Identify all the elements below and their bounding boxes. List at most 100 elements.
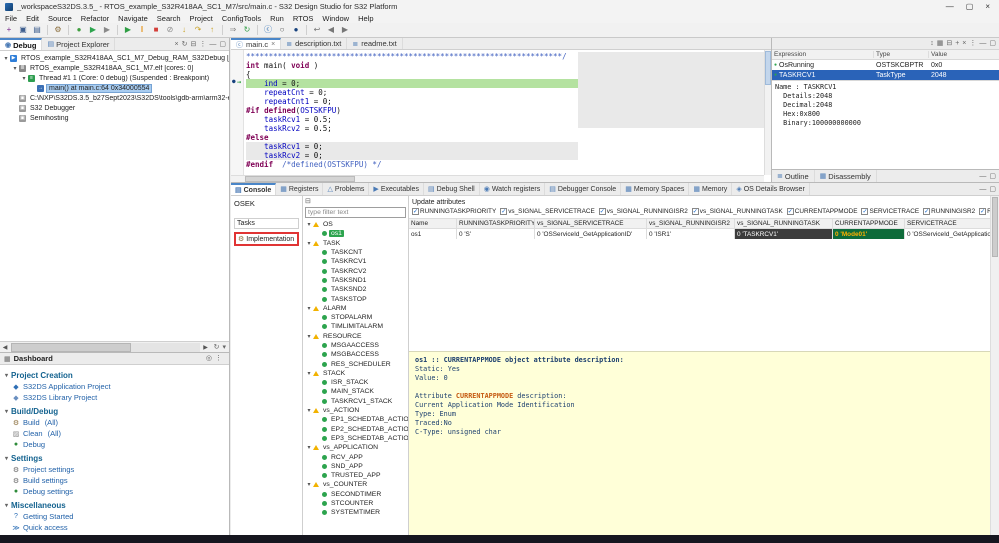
osek-item-tasks[interactable]: Tasks: [234, 218, 299, 229]
column-header-vs-signal-runningtask[interactable]: vs_SIGNAL_RUNNINGTASK: [735, 219, 833, 228]
code-line[interactable]: taskRcv2 = 0.5;: [246, 124, 763, 133]
build-all-icon[interactable]: ⚙: [52, 24, 64, 36]
debug-icon[interactable]: ●: [73, 24, 85, 36]
column-header-name[interactable]: Name: [409, 219, 457, 228]
debug-tree-item[interactable]: ▣ S32 Debugger: [0, 103, 229, 113]
expand-arrow-icon[interactable]: ▾: [11, 65, 19, 72]
collapse-all-icon[interactable]: ⊟: [305, 196, 311, 207]
sort-icon[interactable]: ↕: [930, 38, 934, 49]
code-line[interactable]: taskRcv1 = 0.5;: [246, 115, 763, 124]
minimize-icon[interactable]: —: [979, 171, 986, 182]
menu-project[interactable]: Project: [190, 14, 213, 23]
menu-navigate[interactable]: Navigate: [118, 14, 148, 23]
menu-configtools[interactable]: ConfigTools: [222, 14, 261, 23]
os-tree-item[interactable]: SECONDTIMER: [303, 490, 408, 499]
os-tree-item[interactable]: TRUSTED_APP: [303, 471, 408, 480]
debug-tree-item[interactable]: ▾ ≣ RTOS_example_S32R418AA_SC1_M7.elf [cor…: [0, 63, 229, 73]
maximize-icon[interactable]: ▢: [219, 39, 226, 50]
forward-icon[interactable]: ▶: [339, 24, 351, 36]
resume-icon[interactable]: ▶: [122, 24, 134, 36]
expression-row[interactable]: ● TASKRCV1 TaskType 2048: [772, 70, 999, 80]
last-edit-location-icon[interactable]: ↩: [311, 24, 323, 36]
menu-source[interactable]: Source: [48, 14, 72, 23]
view-menu-icon[interactable]: ⋮: [199, 39, 206, 50]
checkbox-runningisr2[interactable]: ✓ RUNNINGISR2: [923, 208, 975, 215]
expand-arrow-icon[interactable]: ▾: [305, 240, 313, 247]
expand-arrow-icon[interactable]: ▾: [305, 221, 313, 228]
menu-edit[interactable]: Edit: [26, 14, 39, 23]
debug-tree-item[interactable]: ▾ ▶ RTOS_example_S32R418AA_SC1_M7_Debug_RA…: [0, 53, 229, 63]
dashboard-link-s32ds-library-project[interactable]: ◆ S32DS Library Project: [5, 392, 224, 403]
restart-icon[interactable]: ↻: [241, 24, 253, 36]
os-tree-item[interactable]: ▾ ALARM: [303, 304, 408, 313]
dashboard-link-debug-settings[interactable]: ● Debug settings: [5, 486, 224, 497]
code-line[interactable]: #if defined(OSTSKFPU): [246, 106, 763, 115]
editor-vscrollbar[interactable]: [764, 50, 771, 175]
dashboard-link-s32ds-application-project[interactable]: ◆ S32DS Application Project: [5, 381, 224, 392]
column-header-expression[interactable]: Expression: [772, 51, 874, 58]
minimize-icon[interactable]: —: [979, 184, 986, 195]
dashboard-link-clean[interactable]: ▨ Clean (All): [5, 428, 224, 439]
tab-project-explorer[interactable]: ▤ Project Explorer: [42, 38, 116, 50]
pin-icon[interactable]: ◎: [206, 353, 212, 364]
show-columns-icon[interactable]: ▦: [937, 38, 944, 49]
tab-registers[interactable]: ▦ Registers: [276, 183, 324, 195]
code-line[interactable]: #else: [246, 133, 763, 142]
os-tree-item[interactable]: MSGAACCESS: [303, 341, 408, 350]
save-icon[interactable]: ▣: [17, 24, 29, 36]
add-expression-icon[interactable]: +: [955, 38, 959, 49]
disconnect-icon[interactable]: ⊘: [164, 24, 176, 36]
os-tree-item[interactable]: TASKRCV2: [303, 266, 408, 275]
remove-terminated-icon[interactable]: ×: [175, 39, 179, 50]
step-over-icon[interactable]: ↷: [192, 24, 204, 36]
breakpoint-icon[interactable]: ●: [232, 78, 236, 85]
os-tree-item[interactable]: ▾ vs_APPLICATION: [303, 443, 408, 452]
table-cell[interactable]: 0 'Mode01': [833, 229, 905, 239]
close-tab-icon[interactable]: ×: [271, 41, 275, 48]
step-return-icon[interactable]: ↑: [206, 24, 218, 36]
checkbox-vs-signal-runningisr2[interactable]: ✓ vs_SIGNAL_RUNNINGISR2: [598, 208, 688, 215]
scroll-track[interactable]: [11, 342, 200, 352]
table-cell[interactable]: 0 'OSServiceId_GetApplicationID': [905, 229, 999, 239]
checkbox-runningtaskpriority[interactable]: ✓ RUNNINGTASKPRIORITY: [412, 208, 496, 215]
code-line[interactable]: taskRcv1 = 0;: [246, 142, 578, 151]
menu-rtos[interactable]: RTOS: [293, 14, 314, 23]
tab-outline[interactable]: ≣ Outline: [772, 170, 815, 182]
tab-console[interactable]: ▤ Console: [231, 183, 277, 195]
debug-tree-item[interactable]: → main() at main.c:64 0x34000554: [0, 83, 229, 93]
section-arrow-icon[interactable]: ▾: [5, 455, 8, 462]
code-line[interactable]: int main( void ): [246, 61, 763, 70]
column-header-currentappmode[interactable]: CURRENTAPPMODE: [833, 219, 905, 228]
scroll-menu-icon[interactable]: ▾: [222, 342, 226, 353]
scroll-left-icon[interactable]: ◀: [0, 344, 10, 351]
section-arrow-icon[interactable]: ▾: [5, 502, 8, 509]
debug-tree-item[interactable]: ▾ ≡ Thread #1 1 (Core: 0 debug) (Suspended…: [0, 73, 229, 83]
menu-search[interactable]: Search: [157, 14, 181, 23]
column-header-runningtaskpriority[interactable]: RUNNINGTASKPRIORITY: [457, 219, 535, 228]
column-header-vs-signal-runningisr2[interactable]: vs_SIGNAL_RUNNINGISR2: [647, 219, 735, 228]
tab-debug-shell[interactable]: ▤ Debug Shell: [424, 183, 480, 195]
column-header-vs-signal-servicetrace[interactable]: vs_SIGNAL_SERVICETRACE: [535, 219, 647, 228]
os-tree-item[interactable]: TASKSND2: [303, 285, 408, 294]
table-cell[interactable]: 0 'TASKRCV1': [735, 229, 833, 239]
menu-window[interactable]: Window: [322, 14, 349, 23]
os-tree-item[interactable]: SND_APP: [303, 462, 408, 471]
maximize-icon[interactable]: ▢: [989, 38, 996, 49]
checkbox-vs-signal-runningtask[interactable]: ✓ vs_SIGNAL_RUNNINGTASK: [691, 208, 783, 215]
tab-readme-txt[interactable]: ≣ readme.txt: [347, 38, 403, 49]
instruction-stepping-icon[interactable]: ⇒: [227, 24, 239, 36]
os-tree-item[interactable]: STCOUNTER: [303, 499, 408, 508]
suspend-icon[interactable]: ‖: [136, 24, 148, 36]
os-tree-item[interactable]: EP3_SCHEDTAB_ACTION1: [303, 434, 408, 443]
os-tree-item[interactable]: ▾ vs_COUNTER: [303, 480, 408, 489]
code-line[interactable]: {: [246, 70, 763, 79]
expand-arrow-icon[interactable]: ▾: [305, 407, 313, 414]
tab-debugger-console[interactable]: ▤ Debugger Console: [545, 183, 622, 195]
section-arrow-icon[interactable]: ▾: [5, 372, 8, 379]
checkbox-servicetrace[interactable]: ✓ SERVICETRACE: [861, 208, 919, 215]
editor-hscrollbar[interactable]: [231, 175, 764, 182]
code-line[interactable]: ****************************************…: [246, 52, 763, 61]
code-line[interactable]: ind = 0;: [246, 79, 578, 88]
filter-input[interactable]: [305, 207, 406, 218]
os-tree-item[interactable]: RCV_APP: [303, 452, 408, 461]
